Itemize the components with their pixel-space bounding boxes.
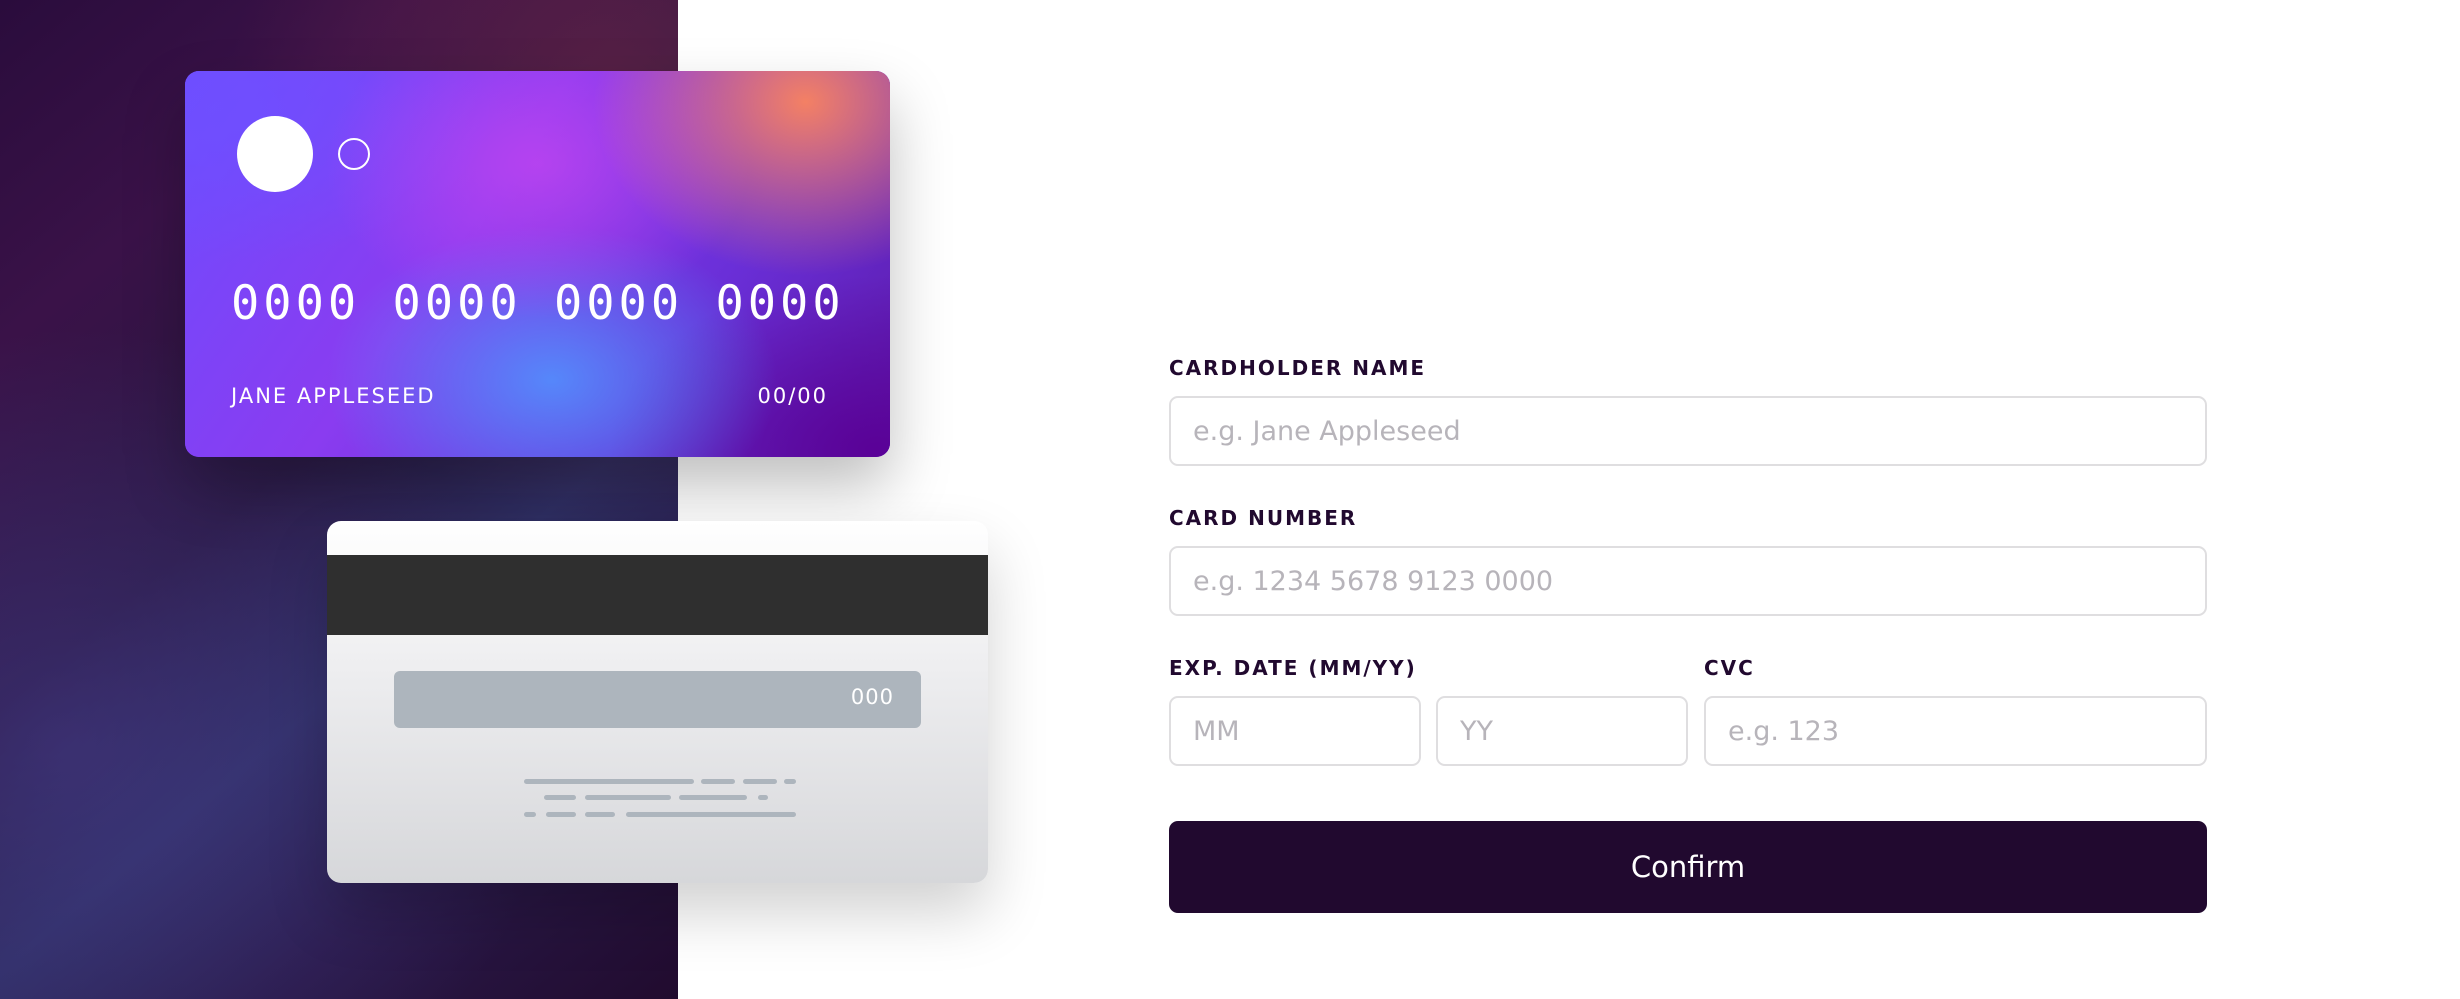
card-back-decorative-lines (327, 521, 988, 883)
page: 0000 0000 0000 0000 JANE APPLESEED 00/00… (0, 0, 2460, 999)
card-front: 0000 0000 0000 0000 JANE APPLESEED 00/00 (185, 71, 890, 457)
card-logo-filled-circle-icon (237, 116, 313, 192)
card-logo-outline-circle-icon (338, 138, 370, 170)
card-number-display: 0000 0000 0000 0000 (231, 276, 845, 331)
cvc-label: CVC (1704, 656, 1755, 680)
card-back: 000 (327, 521, 988, 883)
expiry-year-input[interactable] (1436, 696, 1688, 766)
cvc-input[interactable] (1704, 696, 2207, 766)
expiry-month-input[interactable] (1169, 696, 1421, 766)
card-number-input[interactable] (1169, 546, 2207, 616)
card-expiry-display: 00/00 (757, 384, 828, 408)
confirm-button[interactable]: Confirm (1169, 821, 2207, 913)
cardholder-name-display: JANE APPLESEED (231, 384, 436, 408)
card-number-label: CARD NUMBER (1169, 506, 1358, 530)
cardholder-name-label: CARDHOLDER NAME (1169, 356, 1427, 380)
cardholder-name-input[interactable] (1169, 396, 2207, 466)
expiry-date-label: EXP. DATE (MM/YY) (1169, 656, 1417, 680)
